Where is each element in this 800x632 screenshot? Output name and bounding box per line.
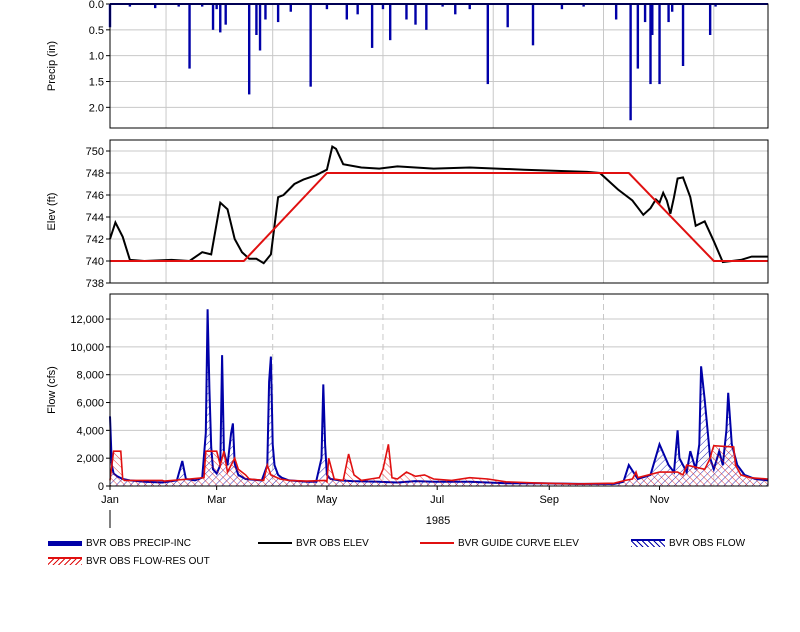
precip-bar	[651, 4, 654, 35]
precip-bar	[414, 4, 417, 25]
y-tick-label: 8,000	[76, 370, 104, 382]
legend-swatch	[48, 557, 82, 566]
x-tick-label: Nov	[650, 494, 670, 506]
y-tick-label: 0.0	[89, 0, 104, 11]
y-tick-label: 2,000	[76, 453, 104, 465]
y-tick-label: 12,000	[70, 314, 104, 326]
y-tick-label: 740	[86, 256, 104, 268]
legend-label: BVR GUIDE CURVE ELEV	[458, 538, 579, 549]
precip-bar	[188, 4, 191, 69]
precip-bar	[506, 4, 509, 28]
precip-bar	[681, 4, 685, 66]
precip-bar	[345, 4, 349, 20]
precip-bar	[486, 4, 490, 85]
y-tick-label: 750	[86, 146, 104, 158]
precip-bar	[289, 4, 292, 12]
precip-bar	[325, 4, 329, 10]
precip-bar	[531, 4, 535, 46]
y-tick-label: 2.0	[89, 102, 104, 114]
x-tick-label: May	[317, 494, 338, 506]
y-tick-label: 4,000	[76, 425, 104, 437]
precip-bar	[708, 4, 712, 35]
precip-bar	[381, 4, 385, 10]
precip-bar	[425, 4, 428, 30]
x-tick-label: Jan	[101, 494, 119, 506]
precip-bar	[370, 4, 374, 48]
precip-bar	[258, 4, 262, 51]
y-tick-label: 744	[86, 212, 104, 224]
legend-label: BVR OBS FLOW	[669, 538, 746, 549]
y-tick-label: 1.0	[89, 51, 104, 63]
y-axis-label: Elev (ft)	[46, 193, 58, 231]
legend-item: BVR GUIDE CURVE ELEV	[420, 538, 579, 549]
y-tick-label: 0	[98, 481, 104, 493]
legend-swatch	[420, 542, 454, 545]
legend: BVR OBS PRECIP-INC BVR OBS ELEV BVR GUIDE …	[0, 532, 800, 592]
legend-item: BVR OBS PRECIP-INC	[48, 538, 191, 549]
precip-bar	[636, 4, 640, 69]
y-tick-label: 0.5	[89, 25, 104, 37]
legend-item: BVR OBS FLOW-RES OUT	[48, 556, 210, 567]
precip-bar	[643, 4, 647, 23]
precip-bar	[614, 4, 618, 20]
y-tick-label: 738	[86, 278, 104, 290]
precip-bar	[264, 4, 267, 20]
y-tick-label: 746	[86, 190, 104, 202]
precip-bar	[658, 4, 661, 85]
y-axis-label: Precip (in)	[46, 41, 58, 91]
elev-series-line	[109, 145, 768, 265]
legend-swatch	[258, 542, 292, 545]
legend-swatch	[631, 539, 665, 548]
y-tick-label: 748	[86, 168, 104, 180]
precip-bar	[388, 4, 392, 41]
precip-bar	[215, 4, 218, 10]
precip-bar	[219, 4, 222, 33]
precip-bar	[405, 4, 408, 20]
precip-bar	[629, 4, 632, 121]
y-tick-label: 10,000	[70, 342, 104, 354]
precip-bar	[153, 4, 157, 9]
precip-bar	[255, 4, 258, 35]
precip-bar	[224, 4, 227, 25]
plot-frame	[109, 3, 769, 129]
y-tick-label: 6,000	[76, 398, 104, 410]
precip-bar	[667, 4, 670, 23]
y-axis-label: Flow (cfs)	[46, 366, 58, 414]
y-tick-label: 742	[86, 234, 104, 246]
precip-bar	[356, 4, 359, 15]
y-tick-label: 1.5	[89, 77, 104, 89]
precip-bar	[276, 4, 280, 23]
x-tick-label: Jul	[430, 494, 444, 506]
precip-bar	[454, 4, 457, 15]
precip-bar	[468, 4, 471, 10]
x-axis-label: 1985	[426, 515, 450, 527]
legend-label: BVR OBS FLOW-RES OUT	[86, 556, 210, 567]
precip-bar	[670, 4, 674, 12]
precip-bar	[309, 4, 312, 87]
x-tick-label: Mar	[207, 494, 226, 506]
legend-item: BVR OBS ELEV	[258, 538, 369, 549]
precip-bar	[560, 4, 564, 10]
chart-figure: 0.0 0.5 1.0 1.5 2.0 Precip (in) 738 740 742 744 74…	[0, 0, 800, 627]
legend-item: BVR OBS FLOW	[631, 538, 745, 549]
legend-swatch	[48, 540, 82, 546]
legend-label: BVR OBS PRECIP-INC	[86, 538, 192, 549]
x-tick-label: Sep	[539, 494, 559, 506]
precip-bar	[247, 4, 251, 95]
legend-label: BVR OBS ELEV	[296, 538, 369, 549]
precip-bar	[211, 4, 215, 30]
